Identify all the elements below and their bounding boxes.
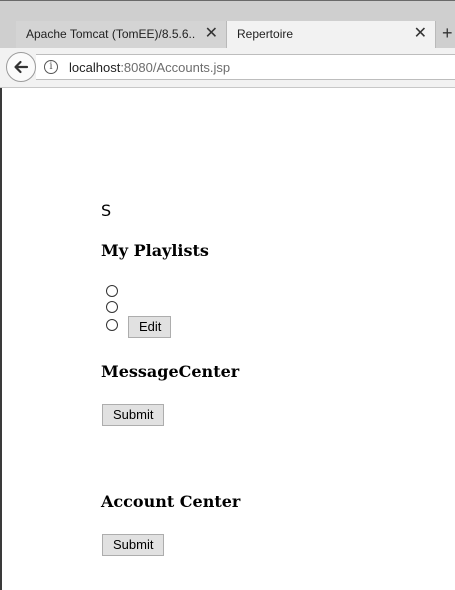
info-icon[interactable]: i bbox=[44, 60, 58, 74]
page-content: S My Playlists Edit MessageCenter Submit… bbox=[0, 88, 455, 590]
tab-label: Repertoire bbox=[237, 27, 294, 41]
back-button[interactable] bbox=[6, 52, 36, 82]
address-bar[interactable]: i localhost:8080/Accounts.jsp bbox=[36, 54, 455, 80]
tab-strip: Apache Tomcat (TomEE)/8.5.6... ✕ Reperto… bbox=[0, 0, 455, 49]
browser-window: Apache Tomcat (TomEE)/8.5.6... ✕ Reperto… bbox=[0, 0, 455, 590]
tab-label: Apache Tomcat (TomEE)/8.5.6... bbox=[26, 27, 196, 41]
message-center-submit-button[interactable]: Submit bbox=[102, 404, 164, 426]
message-center-heading: MessageCenter bbox=[101, 362, 240, 381]
back-arrow-icon bbox=[14, 60, 29, 74]
playlist-radio-1[interactable] bbox=[106, 285, 118, 297]
url-host: localhost bbox=[69, 60, 121, 75]
user-initial: S bbox=[101, 201, 112, 220]
tab-tomcat[interactable]: Apache Tomcat (TomEE)/8.5.6... ✕ bbox=[16, 21, 226, 49]
playlist-radio-2[interactable] bbox=[106, 301, 118, 313]
playlist-radio-3[interactable] bbox=[106, 319, 118, 331]
url-text[interactable]: localhost:8080/Accounts.jsp bbox=[69, 60, 230, 75]
window-edge bbox=[0, 88, 2, 590]
edit-button[interactable]: Edit bbox=[128, 316, 171, 338]
close-icon[interactable]: ✕ bbox=[205, 25, 218, 43]
tab-repertoire[interactable]: Repertoire ✕ bbox=[226, 21, 436, 49]
close-icon[interactable]: ✕ bbox=[414, 25, 427, 43]
account-center-submit-button[interactable]: Submit bbox=[102, 534, 164, 556]
url-path: :8080/Accounts.jsp bbox=[120, 60, 231, 75]
navigation-toolbar: i localhost:8080/Accounts.jsp bbox=[0, 48, 455, 88]
plus-icon[interactable]: + bbox=[442, 23, 453, 44]
account-center-heading: Account Center bbox=[101, 492, 241, 511]
playlists-heading: My Playlists bbox=[101, 241, 209, 260]
